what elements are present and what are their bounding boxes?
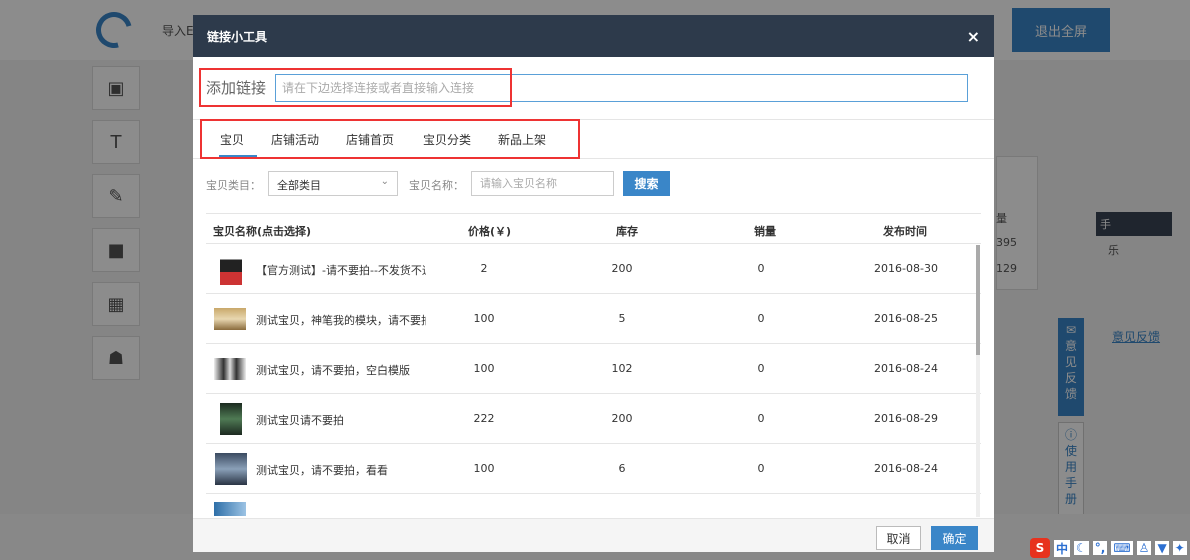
punctuation-icon[interactable]: °, bbox=[1092, 541, 1108, 555]
table-row[interactable]: 测试宝贝，请不要拍，空白模版 100 102 0 2016-08-24 bbox=[206, 344, 981, 394]
item-thumbnail bbox=[220, 253, 242, 285]
item-price: 100 bbox=[473, 462, 495, 475]
scrollbar-thumb[interactable] bbox=[976, 245, 980, 355]
item-sales: 0 bbox=[757, 462, 765, 475]
header-stock: 库存 bbox=[616, 225, 638, 238]
cancel-button[interactable]: 取消 bbox=[876, 526, 921, 550]
item-date: 2016-08-30 bbox=[874, 262, 938, 275]
ime-language[interactable]: 中 bbox=[1054, 539, 1071, 557]
category-select[interactable]: 全部类目 ⌄ bbox=[268, 171, 398, 196]
item-name: 【官方测试】-请不要拍--不发货不退 bbox=[256, 264, 426, 277]
item-sales: 0 bbox=[757, 312, 765, 325]
header-name: 宝贝名称(点击选择) bbox=[213, 225, 312, 238]
item-table: 宝贝名称(点击选择) 价格(￥) 库存 销量 发布时间 【官方测试】-请不要拍-… bbox=[206, 213, 981, 516]
highlight-box bbox=[199, 68, 512, 107]
item-date: 2016-08-24 bbox=[874, 462, 938, 475]
dialog-footer: 取消 确定 bbox=[193, 518, 994, 552]
item-name: 测试宝贝，请不要拍，空白模版 bbox=[256, 364, 410, 377]
item-name: 测试宝贝，神笔我的模块，请不要拍 bbox=[256, 314, 426, 327]
moon-icon[interactable]: ☾ bbox=[1074, 541, 1089, 555]
item-stock: 6 bbox=[618, 462, 626, 475]
item-name-label: 宝贝名称： bbox=[409, 179, 464, 192]
item-stock: 5 bbox=[618, 312, 626, 325]
dialog-header: 链接小工具 × bbox=[193, 15, 994, 57]
user-icon[interactable]: ♙ bbox=[1136, 541, 1152, 555]
item-thumbnail bbox=[214, 502, 246, 516]
item-thumbnail bbox=[214, 308, 246, 330]
chevron-down-icon: ⌄ bbox=[380, 176, 389, 187]
close-icon[interactable]: × bbox=[967, 27, 980, 46]
table-row-partial[interactable] bbox=[206, 494, 981, 516]
item-stock: 102 bbox=[611, 362, 633, 375]
item-sales: 0 bbox=[757, 412, 765, 425]
item-sales: 0 bbox=[757, 262, 765, 275]
item-name: 测试宝贝，请不要拍，看看 bbox=[256, 464, 388, 477]
table-header: 宝贝名称(点击选择) 价格(￥) 库存 销量 发布时间 bbox=[206, 214, 981, 244]
keyboard-icon[interactable]: ⌨ bbox=[1111, 541, 1133, 555]
item-name-input[interactable] bbox=[471, 171, 614, 196]
category-label: 宝贝类目： bbox=[206, 179, 261, 192]
item-date: 2016-08-29 bbox=[874, 412, 938, 425]
item-date: 2016-08-25 bbox=[874, 312, 938, 325]
table-row[interactable]: 【官方测试】-请不要拍--不发货不退 2 200 0 2016-08-30 bbox=[206, 244, 981, 294]
item-price: 100 bbox=[473, 362, 495, 375]
item-price: 100 bbox=[473, 312, 495, 325]
shirt-icon[interactable]: ▼ bbox=[1155, 541, 1169, 555]
table-row[interactable]: 测试宝贝，神笔我的模块，请不要拍 100 5 0 2016-08-25 bbox=[206, 294, 981, 344]
dialog-title: 链接小工具 bbox=[207, 29, 268, 44]
table-scrollbar[interactable] bbox=[976, 245, 980, 517]
highlight-box bbox=[200, 119, 580, 159]
item-sales: 0 bbox=[757, 362, 765, 375]
filter-bar: 宝贝类目： 全部类目 ⌄ 宝贝名称： 搜索 bbox=[193, 169, 994, 199]
item-stock: 200 bbox=[611, 412, 633, 425]
item-thumbnail bbox=[220, 403, 242, 435]
item-thumbnail bbox=[214, 358, 246, 380]
item-price: 222 bbox=[473, 412, 495, 425]
ime-toolbar[interactable]: S 中 ☾ °, ⌨ ♙ ▼ ✦ bbox=[1030, 538, 1187, 558]
header-sales: 销量 bbox=[754, 225, 776, 238]
table-row[interactable]: 测试宝贝，请不要拍，看看 100 6 0 2016-08-24 bbox=[206, 444, 981, 494]
ime-logo-icon: S bbox=[1030, 538, 1050, 558]
category-value: 全部类目 bbox=[277, 179, 321, 192]
confirm-button[interactable]: 确定 bbox=[931, 526, 978, 550]
header-date: 发布时间 bbox=[883, 225, 927, 238]
item-name: 测试宝贝请不要拍 bbox=[256, 414, 344, 427]
item-date: 2016-08-24 bbox=[874, 362, 938, 375]
item-thumbnail bbox=[215, 453, 247, 485]
item-stock: 200 bbox=[611, 262, 633, 275]
table-row[interactable]: 测试宝贝请不要拍 222 200 0 2016-08-29 bbox=[206, 394, 981, 444]
header-price: 价格(￥) bbox=[468, 225, 512, 238]
wrench-icon[interactable]: ✦ bbox=[1172, 541, 1187, 555]
item-price: 2 bbox=[480, 262, 488, 275]
search-button[interactable]: 搜索 bbox=[623, 171, 670, 196]
link-tool-dialog: 链接小工具 × 添加链接 宝贝 店铺活动 店铺首页 宝贝分类 新品上架 宝贝类目… bbox=[193, 15, 994, 552]
